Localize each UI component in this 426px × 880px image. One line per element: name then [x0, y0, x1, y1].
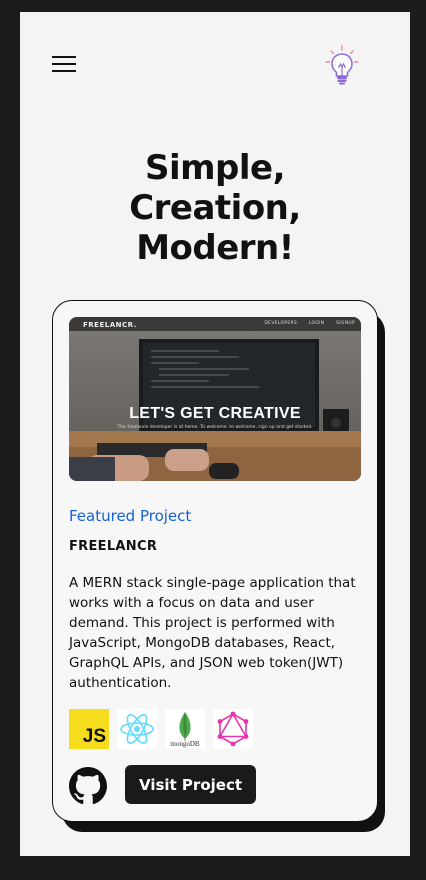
- project-name: FREELANCR: [69, 539, 158, 554]
- javascript-icon: JS: [69, 709, 109, 749]
- react-icon: [117, 709, 157, 749]
- screenshot-brand: FREELANCR.: [83, 321, 137, 329]
- screenshot-nav-developers: DEVELOPERS: [264, 321, 298, 326]
- hero-title-line-1: Simple,: [144, 148, 286, 188]
- lightbulb-icon[interactable]: [322, 44, 362, 86]
- mongodb-icon: mongoDB: [165, 709, 205, 749]
- hero-title: Simple, Creation, Modern!: [20, 148, 410, 268]
- visit-project-button[interactable]: Visit Project: [125, 765, 256, 804]
- hamburger-menu-icon[interactable]: [52, 56, 76, 72]
- screenshot-headline: LET'S GET CREATIVE: [129, 405, 301, 422]
- project-screenshot[interactable]: FREELANCR. DEVELOPERS LOGIN SIGNUP LET'S…: [69, 317, 361, 481]
- project-description: A MERN stack single-page application tha…: [69, 575, 356, 691]
- screenshot-nav-signup: SIGNUP: [336, 321, 355, 326]
- graphql-icon: [213, 709, 253, 749]
- screenshot-nav-login: LOGIN: [308, 321, 325, 326]
- github-icon[interactable]: [69, 767, 107, 805]
- javascript-label: JS: [82, 726, 106, 747]
- project-card: FREELANCR. DEVELOPERS LOGIN SIGNUP LET'S…: [52, 300, 378, 822]
- featured-project-label: Featured Project: [69, 507, 192, 525]
- page: Simple, Creation, Modern! FREELANCR. DEV…: [20, 12, 410, 856]
- hero-title-line-2: Creation,: [129, 188, 301, 228]
- screenshot-nav: DEVELOPERS LOGIN SIGNUP: [254, 321, 355, 326]
- mongodb-label: mongoDB: [170, 740, 200, 748]
- hero-title-line-3: Modern!: [136, 228, 294, 268]
- screenshot-tagline: The freelance developer is at home. To w…: [117, 425, 313, 430]
